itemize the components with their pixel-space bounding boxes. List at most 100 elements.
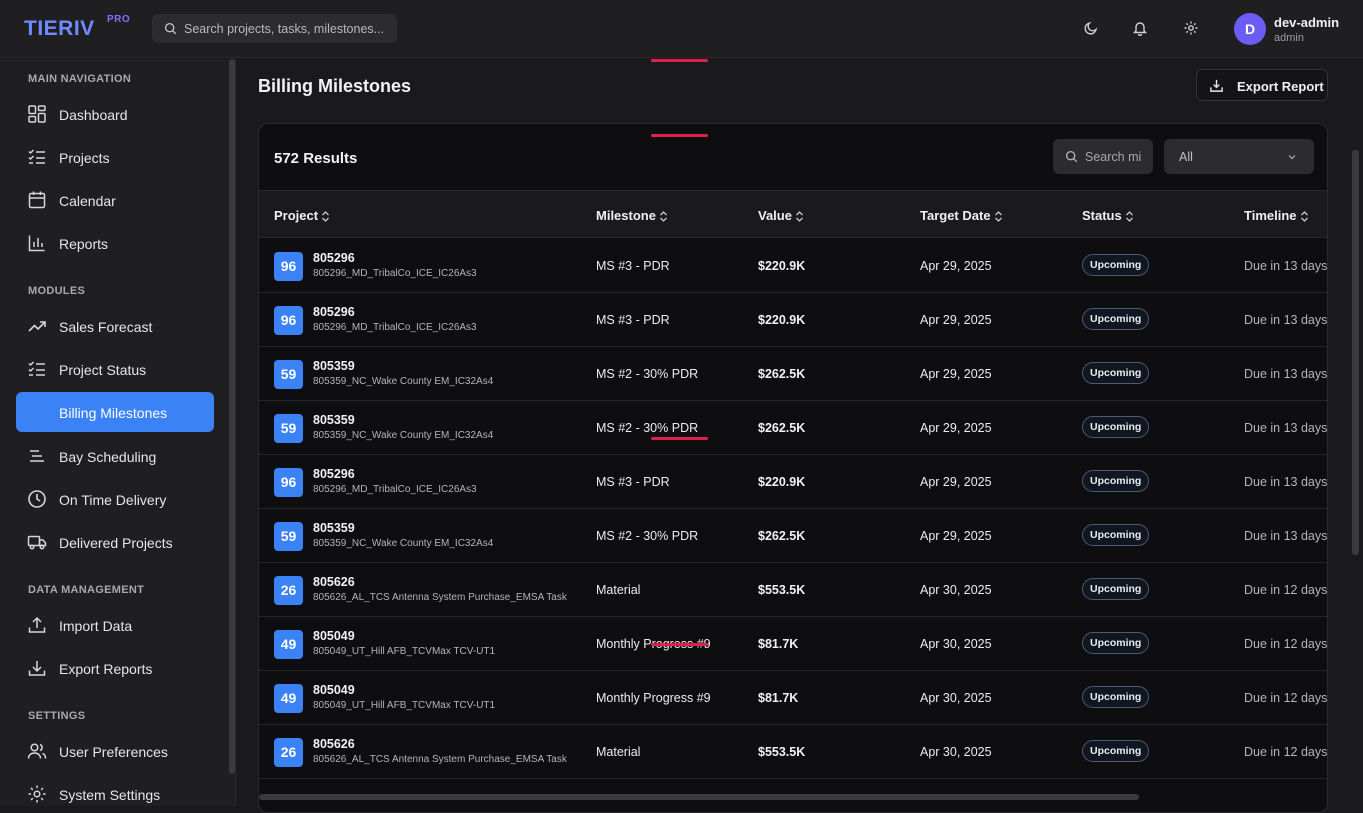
gear-icon[interactable]: [1183, 20, 1199, 36]
table-row[interactable]: 49 805049 805049_UT_Hill AFB_TCVMax TCV-UT…: [259, 617, 1328, 671]
section-modules: MODULES: [28, 285, 86, 297]
sort-icon: [796, 211, 803, 222]
project-badge: 59: [274, 414, 303, 443]
user-role: admin: [1274, 32, 1304, 44]
sidebar-item-delivered-projects[interactable]: Delivered Projects: [16, 522, 214, 562]
moon-icon[interactable]: [1083, 20, 1099, 36]
table-row[interactable]: 49 805049 805049_UT_Hill AFB_TCVMax TCV-UT…: [259, 671, 1327, 725]
column-header-milestone[interactable]: Milestone: [596, 208, 668, 223]
milestone-name: Material: [596, 583, 641, 597]
table-search-input[interactable]: Search mi: [1053, 139, 1153, 174]
sidebar-scrollbar[interactable]: [229, 59, 235, 774]
sidebar-item-label: Bay Scheduling: [59, 449, 157, 465]
sidebar-item-import-data[interactable]: Import Data: [16, 605, 214, 645]
column-header-value[interactable]: Value: [758, 208, 804, 223]
table-search-placeholder: Search mi: [1085, 150, 1142, 164]
pro-badge: PRO: [107, 14, 131, 25]
export-report-button[interactable]: Export Report: [1196, 69, 1328, 101]
sidebar-item-dashboard[interactable]: Dashboard: [16, 94, 214, 134]
column-header-timeline[interactable]: Timeline: [1244, 208, 1309, 223]
project-id[interactable]: 805296: [313, 251, 355, 265]
project-id[interactable]: 805626: [313, 737, 355, 751]
table-row[interactable]: 96 805296 805296_MD_TribalCo_ICE_IC26As3 MS…: [259, 239, 1328, 293]
section-settings: SETTINGS: [28, 710, 86, 722]
sort-icon: [1300, 211, 1308, 222]
project-name: 805359_NC_Wake County EM_IC32As4: [313, 430, 494, 441]
timeline-text: Due in 13 days: [1244, 259, 1328, 273]
status-badge: Upcoming: [1082, 632, 1150, 654]
table-row[interactable]: 59 805359 805359_NC_Wake County EM_IC32As4…: [259, 509, 1327, 563]
section-main-navigation: MAIN NAVIGATION: [28, 73, 132, 85]
sidebar-item-project-status[interactable]: Project Status: [16, 349, 214, 389]
timeline-text: Due in 12 days: [1244, 637, 1328, 651]
gear-icon: [28, 785, 46, 803]
column-header-status[interactable]: Status: [1082, 208, 1134, 223]
project-id[interactable]: 805359: [313, 359, 355, 373]
sidebar-item-system-settings[interactable]: System Settings: [16, 774, 214, 806]
global-search[interactable]: [152, 14, 397, 43]
table-row[interactable]: 96 805296 805296_MD_TribalCo_ICE_IC26As3 MS…: [259, 293, 1327, 347]
sidebar-item-export-reports[interactable]: Export Reports: [16, 648, 214, 688]
sidebar-item-bay-scheduling[interactable]: Bay Scheduling: [16, 436, 214, 476]
column-header-project[interactable]: Project: [274, 208, 330, 223]
project-name: 805049_UT_Hill AFB_TCVMax TCV-UT1: [313, 646, 496, 657]
project-name: 805296_MD_TribalCo_ICE_IC26As3: [313, 322, 477, 333]
trend-up-icon: [28, 321, 46, 332]
target-date: Apr 30, 2025: [920, 691, 992, 705]
milestone-name: MS #3 - PDR: [596, 313, 670, 327]
project-id[interactable]: 805049: [313, 629, 355, 643]
avatar[interactable]: D: [1234, 13, 1266, 45]
sidebar-item-sales-forecast[interactable]: Sales Forecast: [16, 306, 214, 346]
sidebar-item-label: On Time Delivery: [59, 492, 167, 508]
project-id[interactable]: 805359: [313, 521, 355, 535]
table-horizontal-scrollbar[interactable]: [259, 794, 1139, 800]
project-id[interactable]: 805359: [313, 413, 355, 427]
table-row[interactable]: 59 805359 805359_NC_Wake County EM_IC32As4…: [259, 347, 1327, 401]
milestone-name: Monthly Progress #9: [596, 691, 711, 705]
project-id[interactable]: 805049: [313, 683, 355, 697]
app-logo[interactable]: TIERIV PRO: [24, 14, 130, 41]
milestone-name: Material: [596, 745, 641, 759]
sidebar-item-label: Project Status: [59, 362, 147, 378]
target-date: Apr 29, 2025: [920, 259, 992, 273]
sidebar-item-label: Dashboard: [59, 107, 128, 123]
sidebar-item-label: Delivered Projects: [59, 535, 173, 551]
sort-icon: [994, 211, 1002, 222]
target-date: Apr 29, 2025: [920, 475, 992, 489]
sidebar-item-label: Projects: [59, 150, 110, 166]
sidebar-item-billing-milestones[interactable]: Billing Milestones: [16, 392, 214, 432]
sidebar-item-calendar[interactable]: Calendar: [16, 180, 214, 220]
highlight-mark: [651, 59, 708, 62]
sidebar-item-reports[interactable]: Reports: [16, 223, 214, 263]
milestone-name: MS #3 - PDR: [596, 475, 670, 489]
project-id[interactable]: 805626: [313, 575, 355, 589]
status-badge: Upcoming: [1082, 308, 1150, 330]
highlight-mark: [651, 134, 708, 137]
bell-icon[interactable]: [1132, 20, 1148, 36]
target-date: Apr 29, 2025: [920, 367, 992, 381]
page-vertical-scrollbar[interactable]: [1352, 150, 1359, 555]
sidebar-item-label: Import Data: [59, 618, 133, 634]
table-row[interactable]: 26 805626 805626_AL_TCS Antenna System Pur…: [259, 725, 1327, 779]
logo-text: TIERIV: [24, 17, 95, 40]
checklist-icon: [28, 149, 45, 164]
table-row[interactable]: 59 805359 805359_NC_Wake County EM_IC32As4…: [259, 401, 1327, 455]
milestone-value: $553.5K: [758, 583, 806, 597]
dashboard-icon: [28, 105, 46, 123]
search-input[interactable]: [184, 14, 389, 43]
users-icon: [27, 743, 47, 759]
project-id[interactable]: 805296: [313, 305, 355, 319]
sidebar-item-on-time-delivery[interactable]: On Time Delivery: [16, 479, 214, 519]
project-id[interactable]: 805296: [313, 467, 355, 481]
status-filter-select[interactable]: All: [1164, 139, 1314, 174]
sidebar-item-label: User Preferences: [59, 744, 168, 760]
timeline-text: Due in 13 days: [1244, 475, 1328, 489]
section-data-management: DATA MANAGEMENT: [28, 584, 145, 596]
table-row[interactable]: 26 805626 805626_AL_TCS Antenna System Pur…: [259, 563, 1327, 617]
table-row[interactable]: 96 805296 805296_MD_TribalCo_ICE_IC26As3 MS…: [259, 455, 1328, 509]
column-header-target-date[interactable]: Target Date: [920, 208, 1003, 223]
sidebar-item-user-preferences[interactable]: User Preferences: [16, 731, 214, 771]
sidebar-item-projects[interactable]: Projects: [16, 137, 214, 177]
search-icon: [1065, 150, 1078, 163]
milestone-value: $220.9K: [758, 475, 806, 489]
